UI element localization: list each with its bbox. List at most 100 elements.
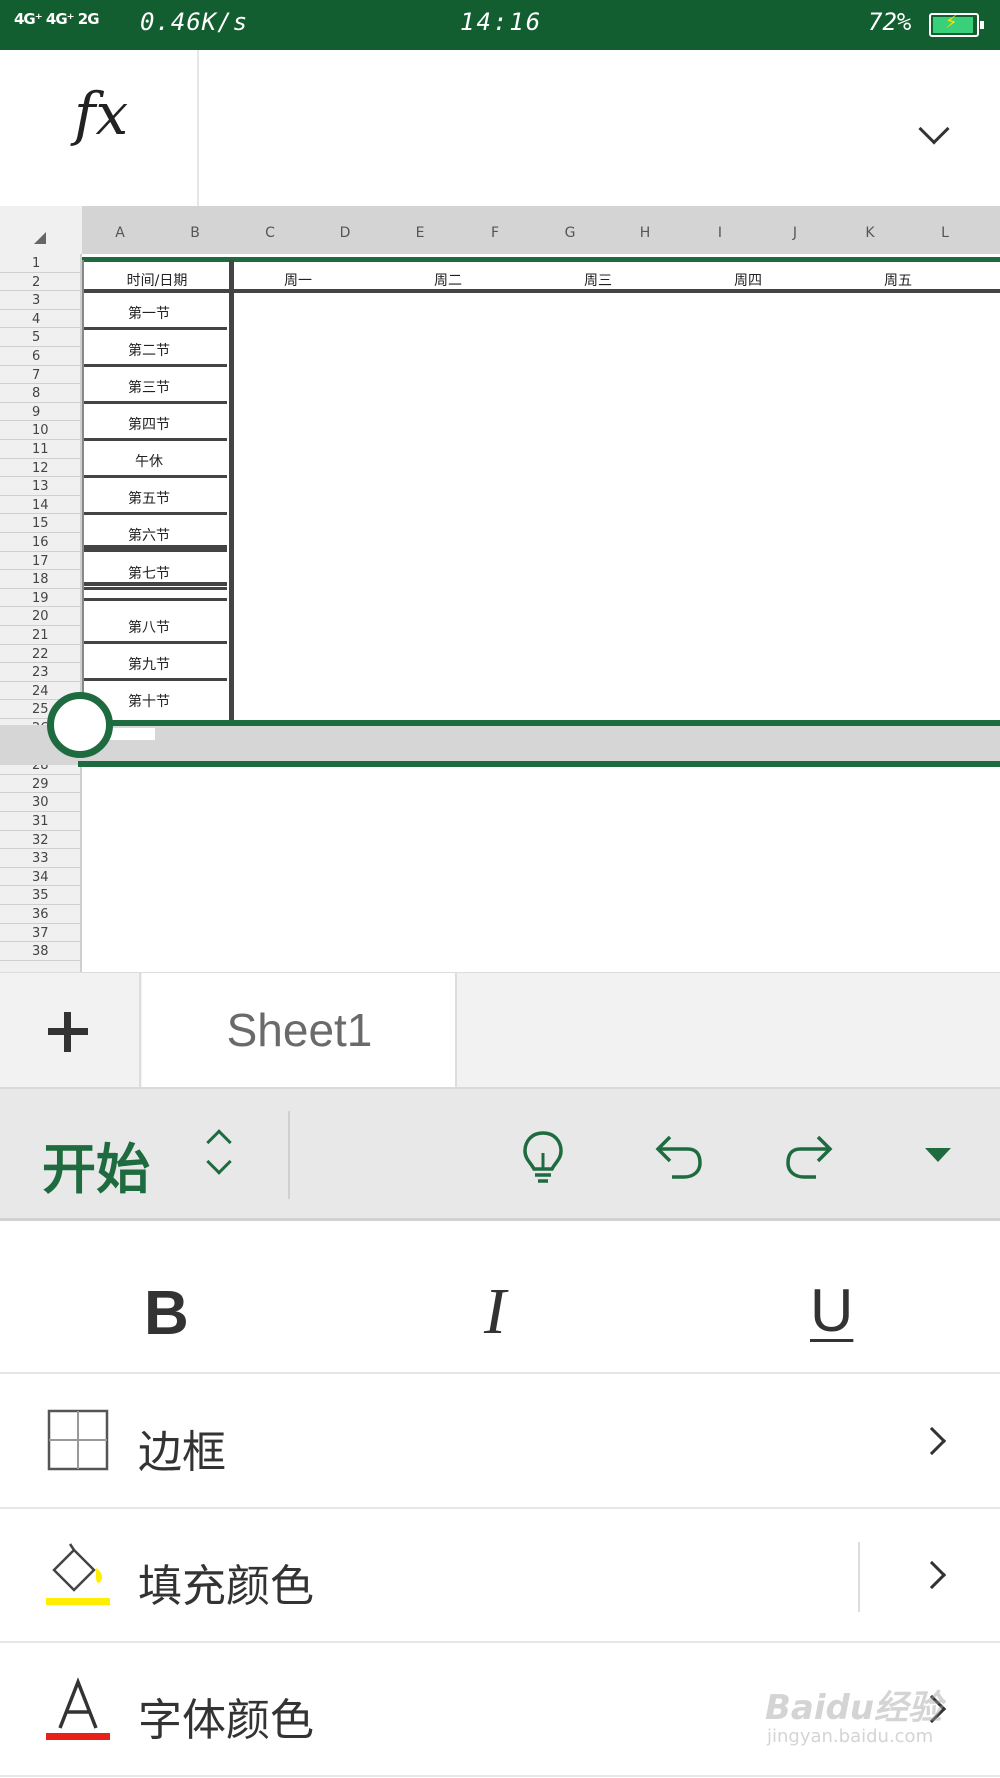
row-header-8[interactable]: 8 <box>0 384 80 403</box>
add-sheet-button[interactable] <box>0 973 141 1087</box>
day-header: 周一 <box>284 273 312 289</box>
formula-bar-divider <box>197 50 199 206</box>
column-header-f[interactable]: F <box>480 225 510 241</box>
column-header-a[interactable]: A <box>105 225 135 241</box>
watermark: Baidu经验 jingyan.baidu.com <box>765 1680 965 1760</box>
row-header-19[interactable]: 19 <box>0 589 80 608</box>
period-underline <box>82 438 227 441</box>
row-header-11[interactable]: 11 <box>0 440 80 459</box>
sheet-cells[interactable]: 时间/日期 周一 周二 周三 周四 周五 第一节 第二节 第三节 第四节 午休 第五节 第六节 第七节 第八… <box>82 254 1000 972</box>
day-header: 周二 <box>434 273 462 289</box>
column-header-g[interactable]: G <box>555 225 585 241</box>
lightbulb-icon[interactable] <box>513 1127 573 1187</box>
period-label: 第一节 <box>128 306 170 322</box>
column-header-l[interactable]: L <box>930 225 960 241</box>
row-header-4[interactable]: 4 <box>0 310 80 329</box>
fx-icon[interactable]: fx <box>74 80 128 148</box>
row-header-29[interactable]: 29 <box>0 775 80 794</box>
ribbon-tab-home[interactable]: 开始 <box>42 1125 150 1204</box>
row-header-14[interactable]: 14 <box>0 496 80 515</box>
day-header: 周四 <box>734 273 762 289</box>
period-underline <box>82 678 227 681</box>
row-header-23[interactable]: 23 <box>0 663 80 682</box>
row-header-5[interactable]: 5 <box>0 328 80 347</box>
underline-button[interactable]: U <box>810 1276 853 1345</box>
tab-sheet1[interactable]: Sheet1 <box>142 973 457 1088</box>
row-header-13[interactable]: 13 <box>0 477 80 496</box>
period-label: 第三节 <box>128 380 170 396</box>
row-header-10[interactable]: 10 <box>0 421 80 440</box>
row-header-9[interactable]: 9 <box>0 403 80 422</box>
row-header-22[interactable]: 22 <box>0 645 80 664</box>
sheet-tabs-bar: Sheet1 <box>0 972 1000 1088</box>
row-header-3[interactable]: 3 <box>0 291 80 310</box>
column-header-e[interactable]: E <box>405 225 435 241</box>
period-underline <box>82 587 227 590</box>
column-header-i[interactable]: I <box>705 225 735 241</box>
selection-bottom-border <box>78 761 1000 767</box>
column-header-k[interactable]: K <box>855 225 885 241</box>
bold-button[interactable]: B <box>144 1278 189 1349</box>
redo-icon[interactable] <box>780 1127 840 1187</box>
period-underline <box>82 512 227 515</box>
row-header-2[interactable]: 2 <box>0 273 80 292</box>
switch-tab-chevrons-icon[interactable] <box>205 1127 239 1181</box>
network-speed: 0.46K/s <box>140 8 249 36</box>
undo-icon[interactable] <box>648 1127 708 1187</box>
border-label: 边框 <box>138 1427 226 1478</box>
period-label: 第二节 <box>128 343 170 359</box>
period-label: 第四节 <box>128 417 170 433</box>
row-header-34[interactable]: 34 <box>0 868 80 887</box>
italic-button[interactable]: I <box>484 1274 506 1350</box>
period-label: 第九节 <box>128 657 170 673</box>
selected-row-band <box>0 725 1000 765</box>
row-header-12[interactable]: 12 <box>0 459 80 478</box>
row-header-16[interactable]: 16 <box>0 533 80 552</box>
period-underline <box>82 641 227 644</box>
selection-drag-handle[interactable] <box>47 692 113 758</box>
row-header-21[interactable]: 21 <box>0 626 80 645</box>
expand-formula-chevron-icon[interactable] <box>918 113 950 145</box>
period-underline <box>82 475 227 478</box>
row-header-37[interactable]: 37 <box>0 924 80 943</box>
period-underline <box>82 364 227 367</box>
period-label: 第七节 <box>128 566 170 582</box>
column-header-d[interactable]: D <box>330 225 360 241</box>
table-top-border <box>82 257 1000 262</box>
column-headers: A B C D E F G H I J K L <box>82 206 1000 254</box>
column-header-j[interactable]: J <box>780 225 810 241</box>
selection-top-border <box>78 720 1000 726</box>
row-header-20[interactable]: 20 <box>0 607 80 626</box>
spreadsheet-grid[interactable]: ABCDEFGHIJKL 1 2 3 4 5 6 7 8 9 10 11 12 13 14 15 16 17 18… <box>0 206 1000 972</box>
row-header-6[interactable]: 6 <box>0 347 80 366</box>
row-header-36[interactable]: 36 <box>0 905 80 924</box>
column-header-c[interactable]: C <box>255 225 285 241</box>
border-row[interactable]: 边框 <box>0 1376 1000 1509</box>
row-header-7[interactable]: 7 <box>0 366 80 385</box>
fill-color-row[interactable]: 填充颜色 <box>0 1510 1000 1643</box>
text-style-row: B I U <box>0 1240 1000 1374</box>
row-header-15[interactable]: 15 <box>0 514 80 533</box>
row-header-1[interactable]: 1 <box>0 254 80 273</box>
row-header-18[interactable]: 18 <box>0 570 80 589</box>
row-header-30[interactable]: 30 <box>0 793 80 812</box>
column-header-h[interactable]: H <box>630 225 660 241</box>
dropdown-triangle-icon[interactable] <box>925 1148 951 1162</box>
period-label: 午休 <box>135 454 163 470</box>
row-header-33[interactable]: 33 <box>0 849 80 868</box>
network-indicator: 4G⁺ 4G⁺ 2G <box>14 10 100 28</box>
row-header-32[interactable]: 32 <box>0 831 80 850</box>
chevron-right-icon <box>917 1426 947 1456</box>
select-all-corner[interactable] <box>0 206 82 254</box>
formula-bar: fx <box>0 50 1000 206</box>
row-header-31[interactable]: 31 <box>0 812 80 831</box>
period-underline <box>82 401 227 404</box>
sheet-tab-label: Sheet1 <box>226 1004 373 1056</box>
row-header-17[interactable]: 17 <box>0 552 80 571</box>
row-header-35[interactable]: 35 <box>0 886 80 905</box>
period-underline <box>82 549 227 552</box>
column-header-b[interactable]: B <box>180 225 210 241</box>
formula-input[interactable] <box>200 50 890 206</box>
row-header-38[interactable]: 38 <box>0 942 80 961</box>
table-left-border <box>82 260 84 700</box>
